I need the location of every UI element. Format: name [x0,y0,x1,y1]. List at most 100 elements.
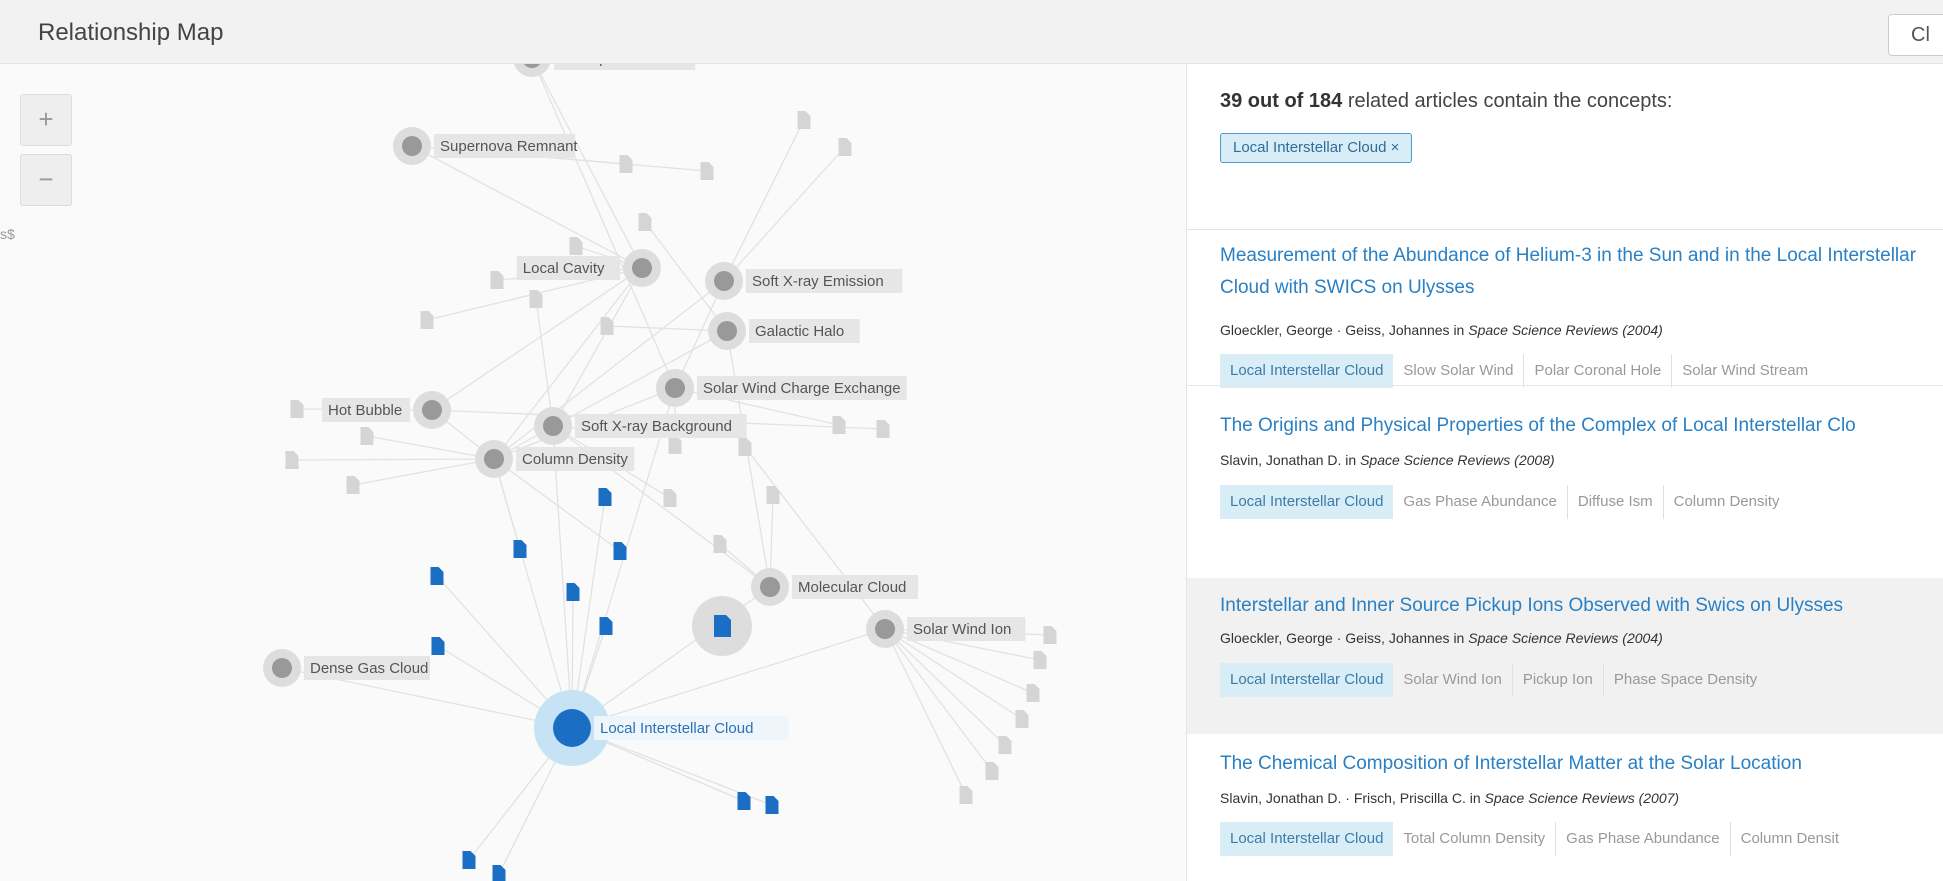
graph-edge [291,458,495,461]
concept-label: Solar Wind Ion [913,621,1011,638]
article-title-link[interactable]: The Origins and Physical Properties of t… [1220,410,1940,442]
graph-edge [723,119,805,282]
article-tag[interactable]: Local Interstellar Cloud [1220,485,1394,519]
zoom-out-button[interactable]: − [20,154,72,206]
document-icon-related [737,792,751,810]
graph-edge [411,145,643,269]
concept-label: Galactic Halo [755,323,844,340]
graph-edge [535,298,554,427]
concept-node-dot [402,136,422,156]
concept-node-dot [484,449,504,469]
concept-label: Soft X-ray Background [581,418,732,435]
concept-node-soft-x-ray-emission[interactable]: Soft X-ray Emission [705,262,903,300]
article-title-link[interactable]: The Chemical Composition of Interstellar… [1220,748,1940,780]
relationship-graph[interactable]: Absorption Column Supernova Remnant Local … [0,64,1186,881]
article-item-selected[interactable]: Interstellar and Inner Source Pickup Ion… [1187,578,1943,734]
graph-edge [366,435,495,460]
concept-filter-chip[interactable]: Local Interstellar Cloud × [1220,133,1413,163]
document-icon-related [599,617,613,635]
graph-edge [726,330,771,588]
article-title-link[interactable]: Measurement of the Abundance of Helium-3… [1220,240,1940,304]
article-tag[interactable]: Local Interstellar Cloud [1220,354,1394,388]
concept-node-dot [543,416,563,436]
concept-node-solar-wind-ion[interactable]: Solar Wind Ion [866,610,1026,648]
article-source: Space Science Reviews (2008) [1360,452,1555,468]
article-source: Space Science Reviews (2004) [1468,322,1663,338]
document-icon [1043,626,1057,644]
graph-edge [884,628,967,796]
concept-node-absorption-column[interactable]: Absorption Column [513,64,696,77]
document-icon [1033,651,1047,669]
article-tag[interactable]: Column Densit [1731,822,1849,856]
article-tag[interactable]: Gas Phase Abundance [1556,822,1731,856]
close-button[interactable]: Cl [1888,14,1943,56]
article-item: Measurement of the Abundance of Helium-3… [1187,230,1943,388]
document-icon [700,162,714,180]
document-icon [569,237,583,255]
articles-panel: 39 out of 184 related articles contain t… [1187,64,1943,881]
concept-node-dot [714,271,734,291]
article-tag[interactable]: Solar Wind Stream [1672,354,1818,388]
results-summary: 39 out of 184 related articles contain t… [1220,90,1672,113]
graph-edge [723,146,846,282]
graph-edge [552,425,573,729]
results-count: 39 out of 184 [1220,90,1343,112]
article-tag[interactable]: Gas Phase Abundance [1393,485,1568,519]
article-authors: Slavin, Jonathan D. · Frisch, Priscilla … [1220,790,1679,806]
article-tag[interactable]: Local Interstellar Cloud [1220,822,1394,856]
article-tag[interactable]: Phase Space Density [1604,663,1767,697]
document-icon [290,400,304,418]
document-icon-related [598,488,612,506]
concept-node-local-interstellar-cloud[interactable]: Local Interstellar Cloud [534,690,789,766]
document-icon-related [566,583,580,601]
selected-node-dot [553,709,591,747]
concept-node-hot-bubble[interactable]: Hot Bubble [322,391,451,429]
concept-node-soft-x-ray-background[interactable]: Soft X-ray Background [534,407,747,445]
concept-node-molecular-cloud[interactable]: Molecular Cloud [751,568,918,606]
concept-label: Local Cavity [523,260,605,277]
article-tag[interactable]: Column Density [1664,485,1790,519]
document-icon [490,271,504,289]
concept-node-dot [272,658,292,678]
article-author-names: Slavin, Jonathan D. in [1220,452,1361,468]
document-icon [668,436,682,454]
graph-edge [431,267,643,411]
document-icon [360,427,374,445]
document-icon [998,736,1012,754]
concept-node-dot [665,378,685,398]
article-tag[interactable]: Total Column Density [1393,822,1557,856]
concept-node-solar-wind-charge-exchange[interactable]: Solar Wind Charge Exchange [656,369,907,407]
article-tag[interactable]: Pickup Ion [1513,663,1604,697]
document-icon [600,317,614,335]
article-tag[interactable]: Polar Coronal Hole [1524,354,1673,388]
document-icon [663,489,677,507]
document-icon [738,438,752,456]
article-title-link[interactable]: Interstellar and Inner Source Pickup Ion… [1220,590,1940,622]
article-tag[interactable]: Diffuse Ism [1568,485,1664,519]
article-tags: Local Interstellar Cloud Slow Solar Wind… [1220,354,1818,388]
article-tags: Local Interstellar Cloud Total Column De… [1220,822,1849,856]
article-tag[interactable]: Local Interstellar Cloud [1220,663,1394,697]
article-authors: Slavin, Jonathan D. in Space Science Rev… [1220,452,1555,468]
document-icon-related [613,542,627,560]
document-icon [797,111,811,129]
document-icon [420,311,434,329]
graph-canvas[interactable]: Absorption Column Supernova Remnant Local … [0,64,1186,881]
document-icon [1015,710,1029,728]
concept-label: Absorption Column [560,64,688,67]
article-item: The Origins and Physical Properties of t… [1187,410,1943,562]
concept-node-galactic-halo[interactable]: Galactic Halo [708,312,860,350]
graph-edge [352,458,495,486]
article-tag[interactable]: Solar Wind Ion [1393,663,1513,697]
document-icon [876,420,890,438]
document-icon-related [765,796,779,814]
document-icon [619,155,633,173]
concept-node-supernova-remnant[interactable]: Supernova Remnant [393,127,578,165]
article-author-names: Gloeckler, George · Geiss, Johannes in [1220,322,1469,338]
zoom-in-button[interactable]: + [20,94,72,146]
article-tag[interactable]: Slow Solar Wind [1393,354,1525,388]
document-icon-related [492,865,506,881]
document-icon [832,416,846,434]
article-item: The Chemical Composition of Interstellar… [1187,734,1943,881]
page-title: Relationship Map [38,19,224,46]
